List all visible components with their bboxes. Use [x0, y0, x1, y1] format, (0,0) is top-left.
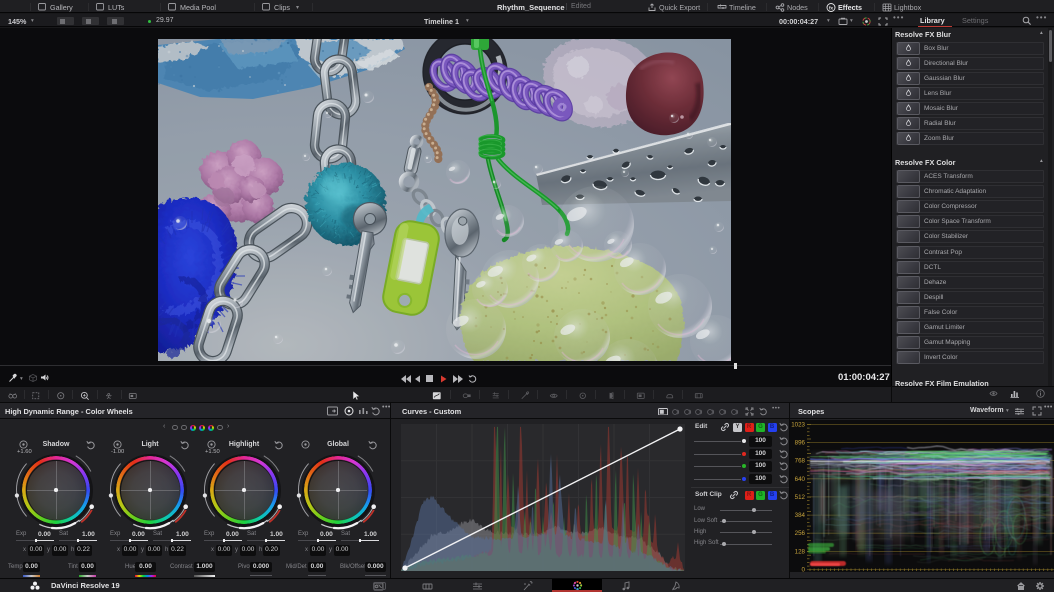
svg-text:1023: 1023: [791, 422, 805, 429]
svg-text:640: 640: [795, 476, 806, 483]
svg-text:256: 256: [795, 530, 806, 537]
svg-text:512: 512: [795, 494, 806, 501]
svg-text:768: 768: [795, 458, 806, 465]
svg-text:0: 0: [802, 567, 806, 573]
svg-text:128: 128: [795, 548, 806, 555]
svg-text:fx: fx: [829, 5, 834, 10]
svg-text:896: 896: [795, 440, 806, 447]
svg-text:384: 384: [795, 512, 806, 519]
